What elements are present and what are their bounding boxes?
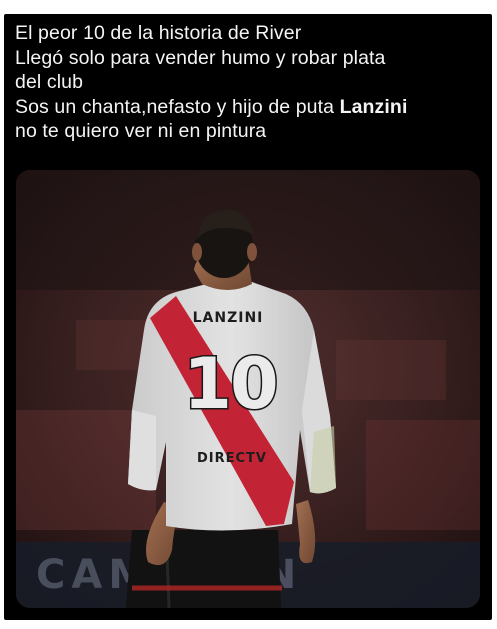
screen: El peor 10 de la historia de River Llegó… <box>0 0 497 629</box>
tweet-photo[interactable]: CAMPEÓN LANZINI 10 DIRECTV <box>16 170 480 608</box>
tweet-line: del club <box>15 71 84 93</box>
player-photo: CAMPEÓN LANZINI 10 DIRECTV <box>16 170 480 608</box>
tweet-line: no te quiero ver ni en pintura <box>15 120 267 142</box>
player-name-bold: Lanzini <box>339 95 408 118</box>
tweet-line: Llegó solo para vender humo y robar plat… <box>15 46 386 69</box>
tweet-line: Sos un chanta,nefasto y hijo de puta Lan… <box>15 95 485 120</box>
tweet-line-text: Sos un chanta,nefasto y hijo de puta <box>15 95 340 118</box>
photo-vignette <box>16 170 480 608</box>
tweet-text: El peor 10 de la historia de River Llegó… <box>15 21 485 144</box>
tweet-line: El peor 10 de la historia de River <box>15 22 302 44</box>
tweet-card: El peor 10 de la historia de River Llegó… <box>4 14 492 620</box>
